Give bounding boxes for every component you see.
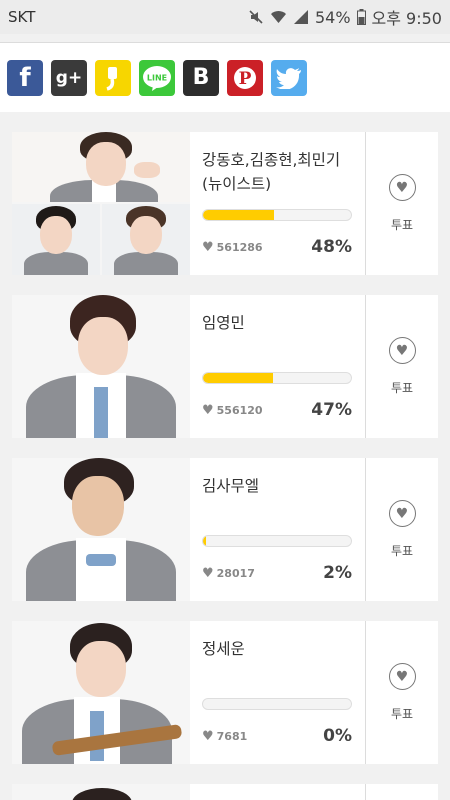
vote-progress-bar — [202, 535, 352, 547]
vote-count: 28017 — [216, 566, 255, 580]
candidate-info: 정세운 ♥ 7681 0% — [190, 621, 365, 764]
status-icons: 54% 오후 9:50 — [248, 5, 442, 29]
candidate-info: 김사무엘 ♥ 28017 2% — [190, 458, 365, 601]
vote-button[interactable]: ♥ 투표 — [365, 621, 438, 764]
vote-stats: ♥ 28017 2% — [202, 563, 352, 583]
heart-icon[interactable]: ♥ — [388, 174, 416, 201]
vote-label: 투표 — [390, 381, 414, 395]
line-share-icon[interactable]: LINE — [139, 59, 175, 96]
vote-progress-bar — [202, 372, 352, 384]
svg-text:LINE: LINE — [147, 73, 167, 82]
vote-progress-bar — [202, 209, 352, 221]
candidate-card: 임영민 ♥ 556120 47% ♥ 투표 — [12, 295, 438, 438]
vote-progress-fill — [203, 210, 275, 220]
heart-icon: ♥ — [202, 728, 214, 744]
signal-icon — [293, 9, 309, 25]
vote-stats: ♥ 556120 47% — [202, 400, 352, 420]
candidate-info: 강동호,김종현,최민기 (뉴이스트) ♥ 561286 48% — [190, 132, 365, 275]
twitter-share-icon[interactable] — [271, 59, 307, 96]
kakaostory-share-icon[interactable] — [95, 59, 131, 96]
wifi-icon — [270, 9, 287, 25]
vote-count: 7681 — [216, 729, 248, 743]
candidate-photo — [12, 784, 190, 800]
vote-stats: ♥ 7681 0% — [202, 726, 352, 746]
share-bar: f g+ LINE B P — [0, 42, 450, 112]
vote-progress-fill — [203, 373, 273, 383]
battery-icon — [356, 9, 366, 25]
candidate-photo — [12, 621, 190, 764]
candidate-photo — [12, 132, 190, 275]
heart-icon: ♥ — [202, 565, 214, 581]
candidate-card: 정세운 ♥ 7681 0% ♥ 투표 — [12, 621, 438, 764]
battery-percent: 54% — [314, 7, 351, 27]
vote-percent: 48% — [311, 237, 352, 257]
mute-icon — [248, 9, 264, 25]
candidate-photo — [12, 458, 190, 601]
vote-progress-bar — [202, 698, 352, 710]
svg-text:P: P — [239, 69, 252, 89]
vote-count: 561286 — [216, 240, 263, 254]
vote-progress-fill — [203, 536, 206, 546]
google-plus-share-icon[interactable]: g+ — [51, 59, 87, 96]
vote-stats: ♥ 561286 48% — [202, 237, 352, 257]
heart-icon[interactable]: ♥ — [388, 663, 416, 690]
heart-icon: ♥ — [202, 402, 214, 418]
heart-icon[interactable]: ♥ — [388, 337, 416, 364]
candidate-name: 강동호,김종현,최민기 (뉴이스트) — [202, 151, 341, 193]
vote-percent: 47% — [311, 400, 352, 420]
vote-percent: 2% — [323, 563, 352, 583]
candidate-card: 김사무엘 ♥ 28017 2% ♥ 투표 — [12, 458, 438, 601]
group-photo-right — [102, 204, 190, 275]
group-photo-left — [12, 204, 100, 275]
carrier-label: SKT — [8, 8, 36, 26]
vote-label: 투표 — [390, 218, 414, 232]
vote-button[interactable]: ♥ 투표 — [365, 458, 438, 601]
vote-label: 투표 — [390, 544, 414, 558]
pinterest-share-icon[interactable]: P — [227, 59, 263, 96]
candidate-card-partial — [12, 784, 438, 800]
vote-button[interactable]: ♥ 투표 — [365, 132, 438, 275]
clock: 오후 9:50 — [371, 9, 442, 28]
vote-label: 투표 — [390, 707, 414, 721]
candidate-name: 정세운 — [202, 640, 245, 658]
heart-icon: ♥ — [202, 239, 214, 255]
vote-percent: 0% — [323, 726, 352, 746]
candidate-info: 임영민 ♥ 556120 47% — [190, 295, 365, 438]
candidate-photo — [12, 295, 190, 438]
band-share-icon[interactable]: B — [183, 59, 219, 96]
candidate-card: 강동호,김종현,최민기 (뉴이스트) ♥ 561286 48% ♥ 투표 — [12, 132, 438, 275]
vote-count: 556120 — [216, 403, 263, 417]
heart-icon[interactable]: ♥ — [388, 500, 416, 527]
group-photo-top — [12, 132, 190, 202]
vote-button[interactable]: ♥ 투표 — [365, 295, 438, 438]
candidate-name: 임영민 — [202, 314, 245, 332]
candidate-name: 김사무엘 — [202, 477, 260, 495]
facebook-share-icon[interactable]: f — [7, 59, 43, 96]
status-bar: SKT 54% 오후 9:50 — [0, 0, 450, 34]
